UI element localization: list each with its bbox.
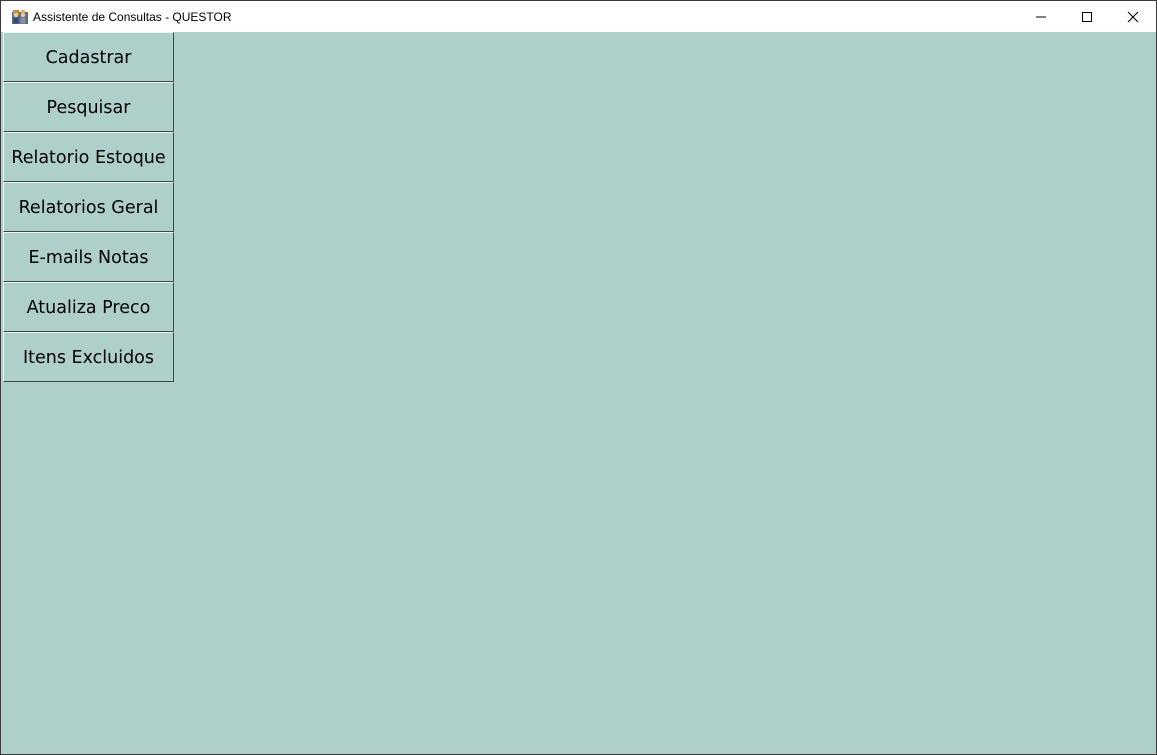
app-window: Assistente de Consultas - QUESTOR Cadast… bbox=[0, 0, 1157, 755]
app-users-icon bbox=[12, 10, 28, 24]
close-icon bbox=[1127, 11, 1139, 22]
cadastrar-button[interactable]: Cadastrar bbox=[3, 32, 174, 82]
pesquisar-button[interactable]: Pesquisar bbox=[3, 82, 174, 132]
close-button[interactable] bbox=[1110, 1, 1156, 32]
itens-excluidos-button[interactable]: Itens Excluidos bbox=[3, 332, 174, 382]
title-bar[interactable]: Assistente de Consultas - QUESTOR bbox=[1, 1, 1156, 32]
relatorios-geral-button[interactable]: Relatorios Geral bbox=[3, 182, 174, 232]
relatorio-estoque-button[interactable]: Relatorio Estoque bbox=[3, 132, 174, 182]
emails-notas-button[interactable]: E-mails Notas bbox=[3, 232, 174, 282]
main-content-area: Cadastrar Pesquisar Relatorio Estoque Re… bbox=[1, 32, 1156, 754]
side-menu: Cadastrar Pesquisar Relatorio Estoque Re… bbox=[3, 32, 174, 382]
atualiza-preco-button[interactable]: Atualiza Preco bbox=[3, 282, 174, 332]
minimize-icon bbox=[1036, 16, 1046, 17]
maximize-button[interactable] bbox=[1064, 1, 1110, 32]
maximize-icon bbox=[1082, 11, 1092, 22]
window-title: Assistente de Consultas - QUESTOR bbox=[33, 10, 232, 24]
minimize-button[interactable] bbox=[1018, 1, 1064, 32]
